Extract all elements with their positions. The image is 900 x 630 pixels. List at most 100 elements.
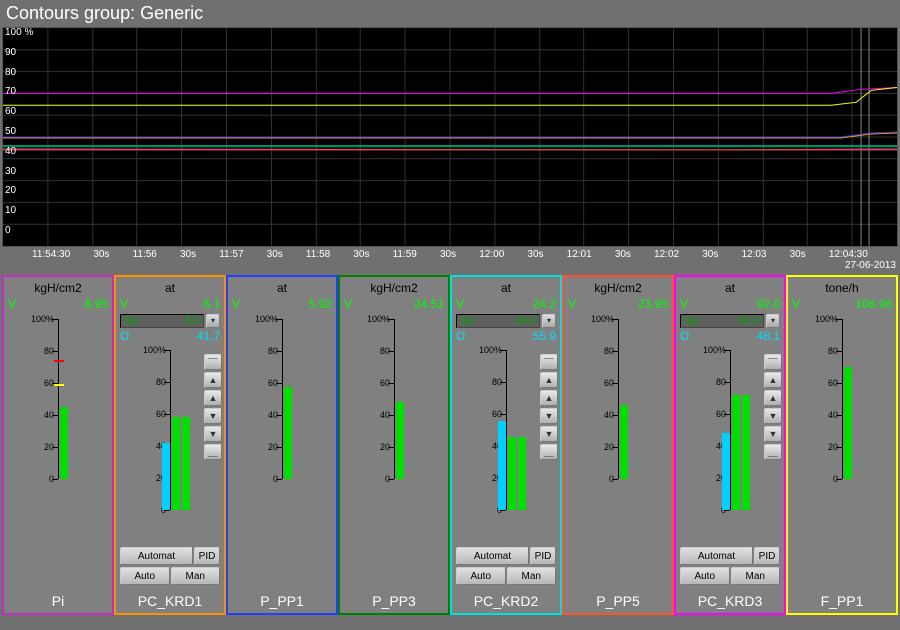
y-tick: 60 <box>5 107 33 117</box>
bar <box>182 417 190 510</box>
panel-label: P_PP1 <box>228 587 336 613</box>
up-fast-button[interactable]: ▲ <box>764 372 782 388</box>
scale-tick: 20 <box>604 442 614 452</box>
scale-tick: 0 <box>833 474 838 484</box>
y-tick: 100 % <box>5 28 33 38</box>
scale-tick: 60 <box>604 378 614 388</box>
bottom-button[interactable]: ⎽ <box>540 444 558 460</box>
up-button[interactable]: ▲ <box>764 390 782 406</box>
x-tick: 12:01 <box>567 249 592 260</box>
v-label: V <box>120 297 134 313</box>
v-label: V <box>568 297 582 313</box>
x-tick: 30s <box>93 249 109 260</box>
trend-chart: 100 % 90 80 70 60 50 40 30 20 10 0 <box>2 27 898 247</box>
x-tick: 11:58 <box>306 249 330 260</box>
bottom-button[interactable]: ⎽ <box>764 444 782 460</box>
down-fast-button[interactable]: ▼ <box>540 426 558 442</box>
up-fast-button[interactable]: ▲ <box>204 372 222 388</box>
sp-dropdown-button[interactable]: ▾ <box>542 314 556 328</box>
gauge: 100%806040200⎺▲▲▼▼⎽ <box>116 344 224 545</box>
scale-tick: 100% <box>367 314 390 324</box>
bar <box>172 417 180 510</box>
up-fast-button[interactable]: ▲ <box>540 372 558 388</box>
up-button[interactable]: ▲ <box>204 390 222 406</box>
x-tick: 11:54:30 <box>32 249 70 260</box>
sp-dropdown-button[interactable]: ▾ <box>766 314 780 328</box>
panel-P_PP3: kgH/cm2V24.51100%806040200P_PP3 <box>338 275 450 615</box>
y-tick: 0 <box>5 226 33 236</box>
x-tick: 30s <box>353 249 369 260</box>
timestamp-row: 27-06-2013 <box>0 260 900 271</box>
scale-tick: 60 <box>828 378 838 388</box>
top-button[interactable]: ⎺ <box>540 354 558 370</box>
scale-tick: 20 <box>380 442 390 452</box>
x-tick: 30s <box>180 249 196 260</box>
x-tick: 11:56 <box>133 249 157 260</box>
bar <box>162 443 170 510</box>
pid-button[interactable]: PID <box>754 547 780 565</box>
automat-button[interactable]: Automat <box>120 547 193 565</box>
auto-button[interactable]: Auto <box>456 567 506 585</box>
sp-dropdown-button[interactable]: ▾ <box>206 314 220 328</box>
x-tick: 30s <box>702 249 718 260</box>
y-tick: 30 <box>5 167 33 177</box>
down-button[interactable]: ▼ <box>204 408 222 424</box>
scale-tick: 20 <box>44 442 54 452</box>
scale-tick: 100% <box>31 314 54 324</box>
panel-PC_KRD2: atV24.2Sp24.0▾O55.9100%806040200⎺▲▲▼▼⎽Au… <box>450 275 562 615</box>
man-button[interactable]: Man <box>171 567 221 585</box>
bar <box>60 407 68 479</box>
y-tick: 40 <box>5 147 33 157</box>
x-tick: 11:59 <box>393 249 417 260</box>
v-label: V <box>344 297 358 313</box>
panel-label: PC_KRD3 <box>676 587 784 613</box>
panel-unit: at <box>452 277 560 297</box>
chart-date: 27-06-2013 <box>845 260 896 271</box>
down-fast-button[interactable]: ▼ <box>764 426 782 442</box>
man-button[interactable]: Man <box>507 567 557 585</box>
panel-label: PC_KRD1 <box>116 587 224 613</box>
sp-field[interactable]: Sp92.0 <box>680 314 764 328</box>
scale-tick: 0 <box>609 474 614 484</box>
scale-tick: 60 <box>268 378 278 388</box>
top-button[interactable]: ⎺ <box>764 354 782 370</box>
y-tick: 10 <box>5 206 33 216</box>
auto-button[interactable]: Auto <box>680 567 730 585</box>
auto-button[interactable]: Auto <box>120 567 170 585</box>
o-label: O <box>120 329 134 345</box>
bar <box>508 437 516 511</box>
scale-tick: 40 <box>268 410 278 420</box>
v-value: 24.2 <box>533 297 556 313</box>
x-tick: 30s <box>615 249 631 260</box>
x-axis-labels: 11:54:3030s11:5630s11:5730s11:5830s11:59… <box>2 249 898 260</box>
scale-tick: 80 <box>44 346 54 356</box>
man-button[interactable]: Man <box>731 567 781 585</box>
panel-P_PP5: kgH/cm2V23.95100%806040200P_PP5 <box>562 275 674 615</box>
scale-tick: 0 <box>273 474 278 484</box>
bar <box>844 367 852 479</box>
panel-F_PP1: tone/hV108.96100%806040200F_PP1 <box>786 275 898 615</box>
panel-unit: kgH/cm2 <box>340 277 448 297</box>
bar <box>722 433 730 510</box>
automat-button[interactable]: Automat <box>456 547 529 565</box>
bottom-button[interactable]: ⎽ <box>204 444 222 460</box>
down-button[interactable]: ▼ <box>540 408 558 424</box>
sp-field[interactable]: Sp6.0 <box>120 314 204 328</box>
panel-label: F_PP1 <box>788 587 896 613</box>
panel-row: kgH/cm2V8.95100%806040200PiatV6.1Sp6.0▾O… <box>2 275 898 615</box>
automat-button[interactable]: Automat <box>680 547 753 565</box>
down-button[interactable]: ▼ <box>764 408 782 424</box>
pid-button[interactable]: PID <box>194 547 220 565</box>
bar <box>742 395 750 510</box>
gauge: 100%806040200 <box>788 313 896 587</box>
pid-button[interactable]: PID <box>530 547 556 565</box>
gauge: 100%806040200 <box>228 313 336 587</box>
up-button[interactable]: ▲ <box>540 390 558 406</box>
top-button[interactable]: ⎺ <box>204 354 222 370</box>
scale-tick: 20 <box>828 442 838 452</box>
scale-tick: 60 <box>380 378 390 388</box>
sp-field[interactable]: Sp24.0 <box>456 314 540 328</box>
y-tick: 50 <box>5 127 33 137</box>
down-fast-button[interactable]: ▼ <box>204 426 222 442</box>
bar <box>396 402 404 479</box>
